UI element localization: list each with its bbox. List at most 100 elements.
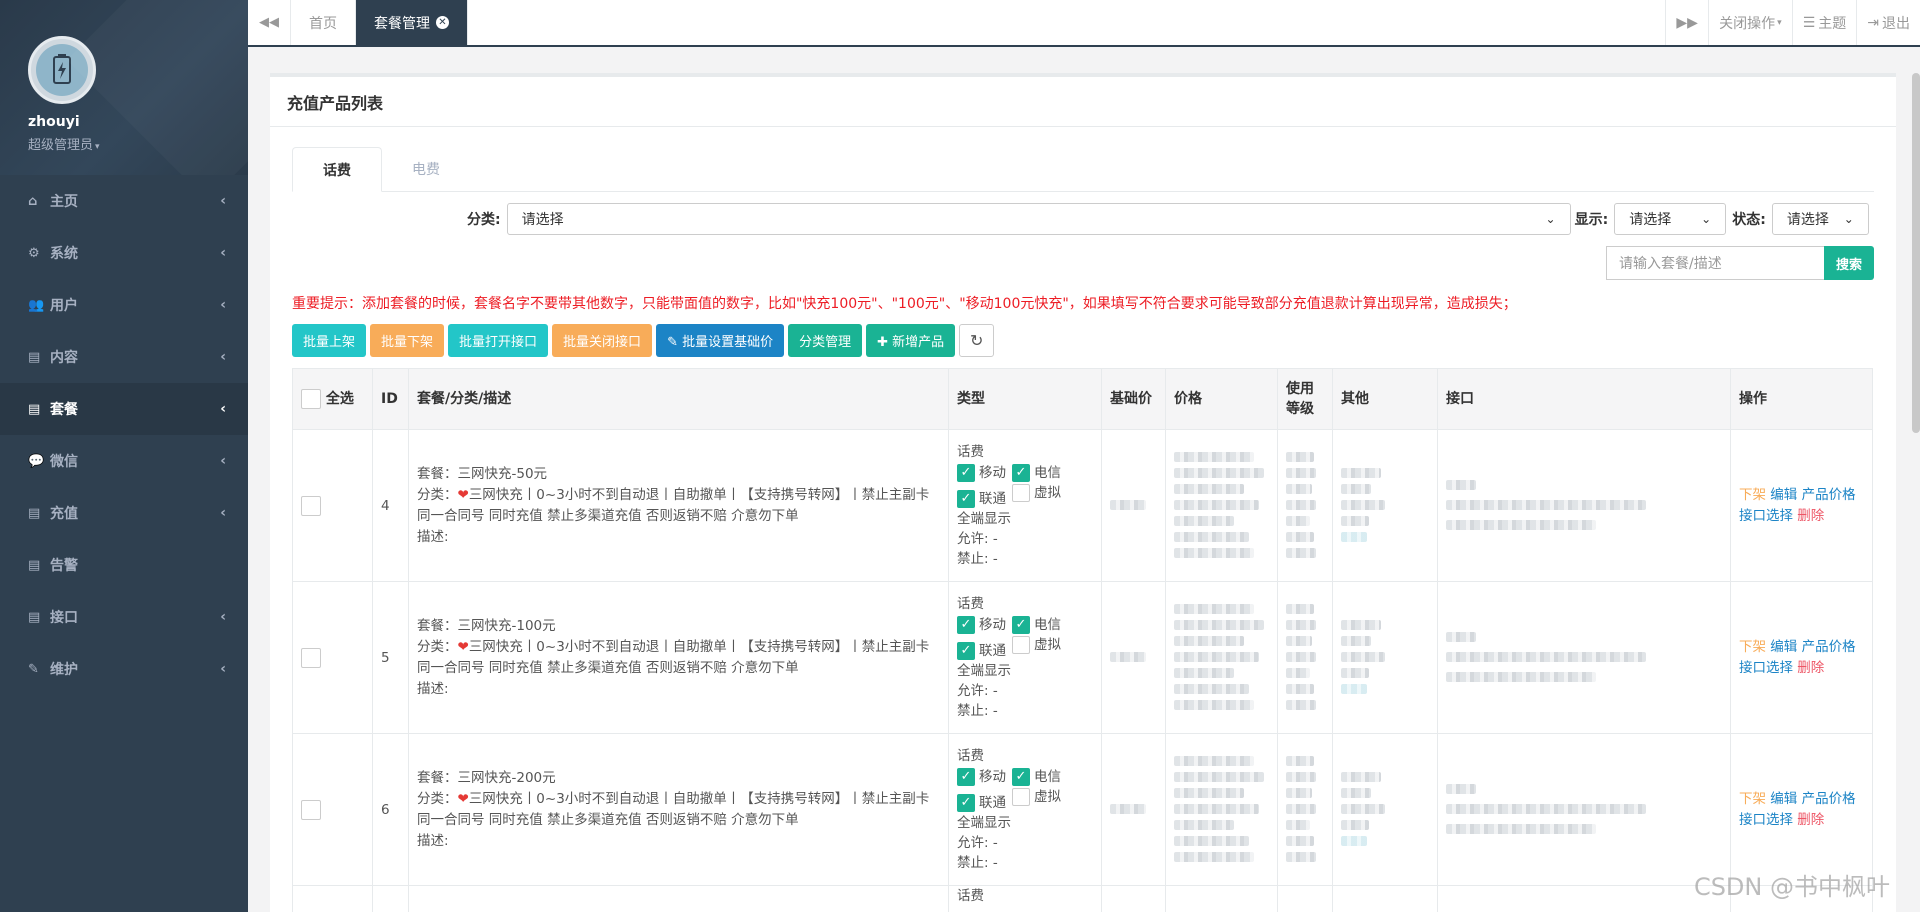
telecom-option[interactable]: ✓ 电信 <box>1012 615 1061 635</box>
telecom-option[interactable]: ✓ 电信 <box>1012 767 1061 787</box>
role-dropdown[interactable]: 超级管理员 ▾ <box>28 134 248 153</box>
option-label: 虚拟 <box>1034 485 1061 501</box>
status-label: 状态: <box>1732 212 1766 228</box>
row-checkbox[interactable] <box>301 495 321 516</box>
batch-button-5[interactable]: 分类管理 <box>788 324 863 357</box>
page-scrollbar[interactable] <box>1912 73 1920 433</box>
unicom-option[interactable]: ✓ 联通 <box>957 793 1006 813</box>
product-tabs: 话费 电费 <box>292 147 1874 192</box>
redacted-value <box>1341 667 1369 678</box>
delete-link[interactable]: 删除 <box>1797 508 1824 524</box>
role-label: 超级管理员 <box>28 138 94 153</box>
delete-link[interactable]: 删除 <box>1797 812 1824 828</box>
edit-link[interactable]: 编辑 <box>1770 791 1797 807</box>
theme-label: 主题 <box>1818 15 1847 32</box>
status-select[interactable]: 请选择 ⌄ <box>1771 203 1869 235</box>
virtual-option[interactable]: 虚拟 <box>1012 787 1061 807</box>
select-all-checkbox[interactable] <box>301 389 321 409</box>
redacted-value <box>1341 483 1371 494</box>
row-checkbox[interactable] <box>301 799 321 820</box>
redacted-value <box>1174 755 1254 766</box>
caret-down-icon: ▾ <box>1777 17 1782 28</box>
scroll-tabs-right-button[interactable]: ▶▶ <box>1665 0 1708 45</box>
batch-button-1[interactable]: 批量下架 <box>370 324 445 357</box>
sidebar-item-7[interactable]: ▤ 告警 <box>0 539 248 591</box>
close-operations-dropdown[interactable]: 关闭操作 ▾ <box>1708 0 1792 45</box>
interface-select-link[interactable]: 接口选择 <box>1739 660 1793 676</box>
tab-package-label: 套餐管理 <box>374 15 430 32</box>
file-icon: ▤ <box>28 401 41 417</box>
package-cell: 套餐：三网快充-200元 分类：❤三网快充丨0~3小时不到自动退丨自助撤单丨【支持… <box>408 733 949 886</box>
off-shelf-link[interactable]: 下架 <box>1739 639 1766 655</box>
refresh-button[interactable]: ↻ <box>959 324 995 357</box>
delete-link[interactable]: 删除 <box>1797 660 1824 676</box>
sidebar-item-1[interactable]: ⚙ 系统 ‹ <box>0 227 248 279</box>
sidebar-item-label: 内容 <box>50 350 78 366</box>
tab-home[interactable]: 首页 <box>291 0 356 45</box>
sidebar-item-6[interactable]: ▤ 充值 ‹ <box>0 487 248 539</box>
type-cell: 话费 ✓ 移动 ✓ 电信 ✓ 联通 虚拟 全端显示 允许: - 禁止: - <box>948 429 1102 582</box>
sidebar-item-4[interactable]: ▤ 套餐 ‹ <box>0 383 248 435</box>
display-select[interactable]: 请选择 ⌄ <box>1614 203 1727 235</box>
allow-label: 允许: - <box>957 835 998 851</box>
off-shelf-link[interactable]: 下架 <box>1739 487 1766 503</box>
price-cell <box>1165 733 1278 886</box>
close-tab-icon[interactable]: ✕ <box>436 16 449 29</box>
batch-button-2[interactable]: 批量打开接口 <box>448 324 549 357</box>
edit-link[interactable]: 编辑 <box>1770 487 1797 503</box>
unicom-option[interactable]: ✓ 联通 <box>957 641 1006 661</box>
product-price-link[interactable]: 产品价格 <box>1802 487 1856 503</box>
type-cell: 话费 ✓ 移动 ✓ 电信 ✓ 联通 虚拟 全端显示 允许: - 禁止: - <box>948 581 1102 734</box>
row-checkbox[interactable] <box>301 647 321 668</box>
batch-button-4[interactable]: ✎ 批量设置基础价 <box>656 324 785 357</box>
avatar[interactable] <box>28 36 96 104</box>
tab-bar-right: ▶▶ 关闭操作 ▾ ☰ 主题 ⇥ 退出 <box>1665 0 1920 45</box>
row-select-cell <box>292 581 373 734</box>
mobile-option[interactable]: ✓ 移动 <box>957 767 1006 787</box>
search-button[interactable]: 搜索 <box>1824 246 1874 280</box>
sidebar-item-5[interactable]: 💬 微信 ‹ <box>0 435 248 487</box>
sidebar-item-2[interactable]: 👥 用户 ‹ <box>0 279 248 331</box>
sidebar-item-9[interactable]: ✎ 维护 ‹ <box>0 643 248 695</box>
tab-package-management[interactable]: 套餐管理 ✕ <box>356 0 468 45</box>
row-select-cell <box>292 429 373 582</box>
heart-icon: ❤ <box>457 638 469 655</box>
redacted-value <box>1286 603 1314 614</box>
tab-phone-bill[interactable]: 话费 <box>292 147 382 192</box>
virtual-option[interactable]: 虚拟 <box>1012 635 1061 655</box>
edit-link[interactable]: 编辑 <box>1770 639 1797 655</box>
batch-button-6[interactable]: ✚ 新增产品 <box>866 324 956 357</box>
check-icon: ✓ <box>957 464 975 482</box>
sidebar-item-0[interactable]: ⌂ 主页 ‹ <box>0 175 248 227</box>
check-icon: ✓ <box>957 768 975 786</box>
batch-button-3[interactable]: 批量关闭接口 <box>552 324 653 357</box>
theme-button[interactable]: ☰ 主题 <box>1791 0 1857 45</box>
sidebar-item-8[interactable]: ▤ 接口 ‹ <box>0 591 248 643</box>
id-cell: 6 <box>372 733 409 886</box>
redacted-value <box>1286 651 1316 662</box>
type-cell: 话费 <box>948 885 1102 912</box>
search-input[interactable]: 请输入套餐/描述 <box>1606 246 1824 280</box>
scroll-tabs-left-button[interactable]: ◀◀ <box>248 0 291 45</box>
select-all-header[interactable]: 全选 <box>292 368 373 430</box>
telecom-option[interactable]: ✓ 电信 <box>1012 463 1061 483</box>
sidebar-item-3[interactable]: ▤ 内容 ‹ <box>0 331 248 383</box>
forward-icon: ▶▶ <box>1676 14 1698 31</box>
mobile-option[interactable]: ✓ 移动 <box>957 615 1006 635</box>
interface-select-link[interactable]: 接口选择 <box>1739 508 1793 524</box>
off-shelf-link[interactable]: 下架 <box>1739 791 1766 807</box>
category-select[interactable]: 请选择 ⌄ <box>506 203 1571 235</box>
level-cell <box>1277 885 1333 912</box>
product-price-link[interactable]: 产品价格 <box>1802 791 1856 807</box>
redacted-value <box>1174 515 1234 526</box>
tab-electricity[interactable]: 电费 <box>382 146 470 191</box>
product-price-link[interactable]: 产品价格 <box>1802 639 1856 655</box>
logout-button[interactable]: ⇥ 退出 <box>1856 0 1920 45</box>
mobile-option[interactable]: ✓ 移动 <box>957 463 1006 483</box>
option-label: 虚拟 <box>1034 637 1061 653</box>
batch-button-0[interactable]: 批量上架 <box>292 324 367 357</box>
category-text: 三网快充丨0~3小时不到自动退丨自助撤单丨【支持携号转网】丨禁止主副卡 同一合同… <box>417 638 930 676</box>
virtual-option[interactable]: 虚拟 <box>1012 483 1061 503</box>
interface-select-link[interactable]: 接口选择 <box>1739 812 1793 828</box>
unicom-option[interactable]: ✓ 联通 <box>957 489 1006 509</box>
